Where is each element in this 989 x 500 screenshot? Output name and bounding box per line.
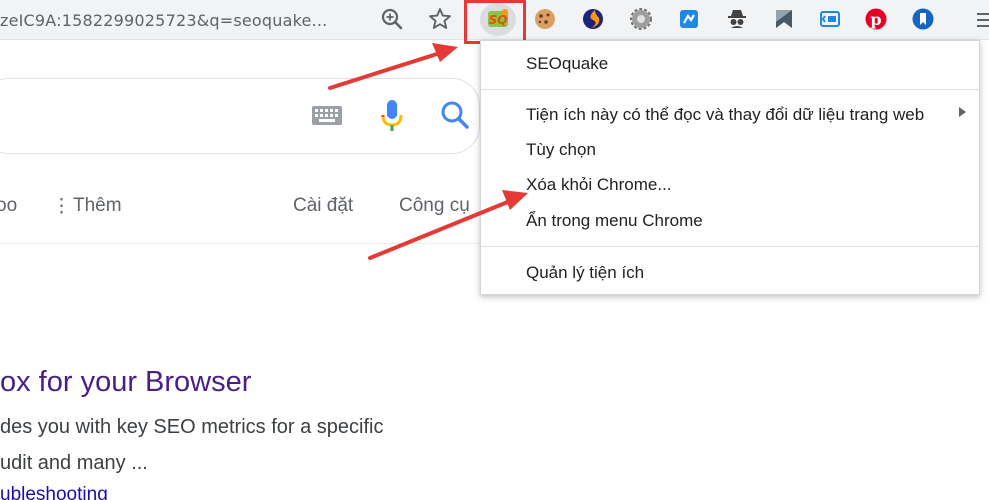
menu-item-site-access[interactable]: Tiện ích này có thể đọc và thay đổi dữ l… bbox=[526, 105, 924, 125]
search-icon[interactable] bbox=[440, 100, 470, 130]
tab-settings[interactable]: Cài đặt bbox=[293, 195, 353, 217]
flag-icon[interactable] bbox=[770, 5, 798, 33]
result-snippet-line-1: des you with key SEO metrics for a speci… bbox=[0, 416, 384, 438]
menu-separator bbox=[481, 246, 979, 247]
result-sitelink[interactable]: ubleshooting bbox=[0, 484, 108, 500]
microphone-icon[interactable] bbox=[380, 98, 404, 134]
cookie-icon[interactable] bbox=[531, 5, 559, 33]
screenshot-root: zeIC9A:1582299025723&q=seoquake... SQ p … bbox=[0, 0, 989, 500]
tab-tools[interactable]: Công cụ bbox=[399, 195, 470, 217]
menu-item-options[interactable]: Tùy chọn bbox=[526, 140, 596, 160]
bookmark-star-icon[interactable] bbox=[427, 6, 453, 32]
svg-text:p: p bbox=[870, 10, 881, 29]
blue-bookmark-icon[interactable] bbox=[909, 5, 937, 33]
menu-item-hide-in-menu[interactable]: Ẩn trong menu Chrome bbox=[526, 211, 703, 231]
blue-square-icon[interactable] bbox=[675, 5, 703, 33]
browser-menu-icon[interactable] bbox=[973, 8, 989, 32]
gear-icon[interactable] bbox=[627, 5, 655, 33]
tab-video[interactable]: oo bbox=[0, 195, 17, 217]
menu-separator bbox=[481, 89, 979, 90]
extension-context-menu: SEOquake Tiện ích này có thể đọc và thay… bbox=[480, 40, 980, 295]
zoom-icon[interactable] bbox=[379, 6, 405, 32]
tab-more[interactable]: Thêm bbox=[73, 195, 122, 217]
blue-bracket-icon[interactable] bbox=[816, 5, 844, 33]
annotation-highlight-box bbox=[464, 0, 526, 44]
result-title[interactable]: ox for your Browser bbox=[0, 366, 251, 399]
blue-orange-circle-icon[interactable] bbox=[579, 5, 607, 33]
search-box[interactable] bbox=[0, 78, 480, 154]
address-bar-url[interactable]: zeIC9A:1582299025723&q=seoquake... bbox=[0, 11, 327, 30]
keyboard-icon[interactable] bbox=[311, 103, 343, 129]
result-snippet-line-2: udit and many ... bbox=[0, 452, 148, 474]
spy-icon[interactable] bbox=[723, 5, 751, 33]
tabs-divider bbox=[0, 243, 480, 244]
pinterest-icon[interactable]: p bbox=[862, 5, 890, 33]
menu-item-seoquake[interactable]: SEOquake bbox=[526, 54, 608, 74]
menu-item-remove-from-chrome[interactable]: Xóa khỏi Chrome... bbox=[526, 175, 672, 195]
more-dots-icon[interactable]: ⋮ bbox=[52, 195, 71, 218]
menu-item-manage-extensions[interactable]: Quản lý tiện ích bbox=[526, 263, 644, 283]
submenu-arrow-icon bbox=[959, 107, 966, 117]
